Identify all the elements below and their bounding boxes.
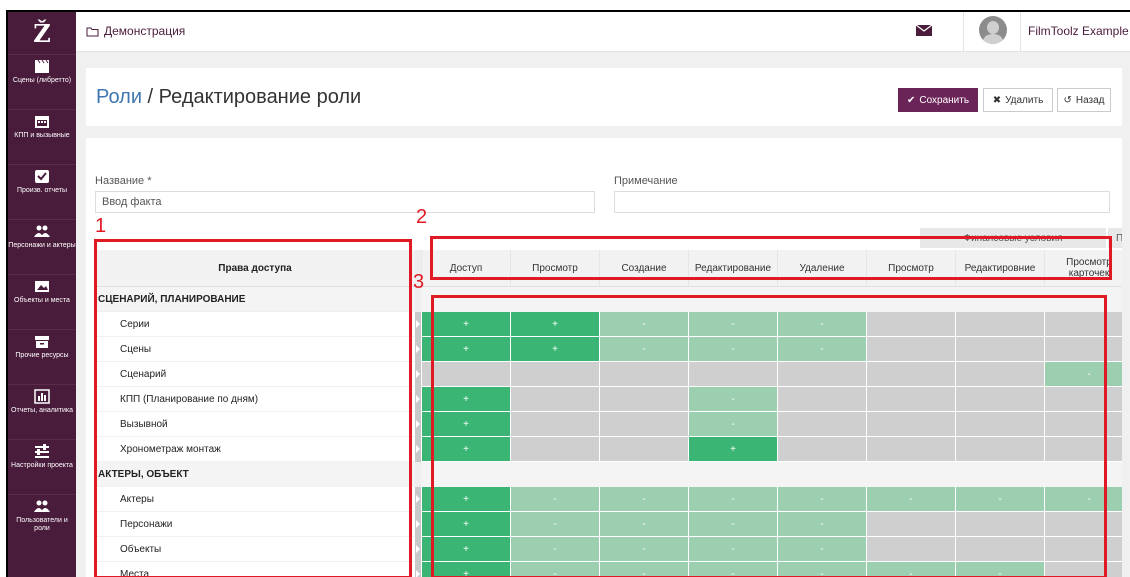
back-button-label: Назад <box>1075 94 1105 106</box>
delete-button[interactable]: ✖ Удалить <box>983 88 1053 112</box>
sidebar-item[interactable]: Пользователи и роли <box>8 494 76 549</box>
note-field[interactable] <box>614 191 1110 213</box>
title-separator: / <box>142 86 159 108</box>
annotation-box <box>430 236 1112 280</box>
expand-arrow-icon[interactable] <box>415 312 421 337</box>
expand-arrow-icon[interactable] <box>415 362 421 387</box>
breadcrumb-label: Демонстрация <box>104 24 186 38</box>
sidebar-item[interactable]: Отчеты, аналитика <box>8 384 76 439</box>
folder-icon <box>86 27 99 36</box>
row-spacer <box>415 462 421 487</box>
sidebar-item[interactable]: Объекты и места <box>8 274 76 329</box>
delete-button-label: Удалить <box>1005 94 1044 106</box>
note-label: Примечание <box>614 175 678 187</box>
sidebar-item[interactable]: Произв. отчеты <box>8 164 76 219</box>
app-window: Ž Сцены (либретто) КПП и вызывные Произв. … <box>6 10 1130 577</box>
sidebar-item-label: Отчеты, аналитика <box>11 407 73 414</box>
name-field[interactable]: Ввод факта <box>95 191 595 213</box>
sidebar-item[interactable]: Сцены (либретто) <box>8 54 76 109</box>
calendar-icon <box>34 114 50 129</box>
close-icon: ✖ <box>992 94 1002 106</box>
users-icon <box>34 499 50 514</box>
sidebar-item-label: КПП и вызывные <box>14 132 70 139</box>
save-button[interactable]: ✔ Сохранить <box>898 88 978 112</box>
sidebar: Ž Сцены (либретто) КПП и вызывные Произв. … <box>8 12 76 577</box>
back-button[interactable]: ↺ Назад <box>1057 88 1111 112</box>
sidebar-item-label: Произв. отчеты <box>16 187 68 194</box>
sidebar-item-label: Сцены (либретто) <box>12 77 72 84</box>
expand-arrow-icon[interactable] <box>415 412 421 437</box>
sidebar-item-label: Настройки проекта <box>11 462 73 469</box>
expand-arrow-icon[interactable] <box>415 387 421 412</box>
bar-chart-icon <box>34 389 50 404</box>
clapperboard-icon <box>34 59 50 74</box>
users-icon <box>34 224 50 239</box>
mail-icon[interactable] <box>916 24 932 37</box>
app-logo[interactable]: Ž <box>8 12 76 54</box>
sidebar-item[interactable]: Персонажи и актеры <box>8 219 76 274</box>
expand-arrow-icon[interactable] <box>415 512 421 537</box>
image-icon <box>34 279 50 294</box>
title-text: Редактирование роли <box>158 86 362 108</box>
page-title: Роли / Редактирование роли <box>96 86 361 109</box>
annotation-number: 2 <box>416 206 428 228</box>
save-button-label: Сохранить <box>919 94 970 106</box>
breadcrumb[interactable]: Демонстрация <box>86 24 185 38</box>
annotation-box <box>431 295 1107 577</box>
expand-arrow-icon[interactable] <box>415 537 421 562</box>
page-header: Роли / Редактирование роли ✔ Сохранить ✖… <box>86 68 1122 126</box>
annotation-number: 1 <box>95 215 107 237</box>
avatar[interactable] <box>979 16 1007 44</box>
checkbox-icon <box>34 169 50 184</box>
sidebar-item-label: Прочие ресурсы <box>15 352 69 359</box>
sidebar-item[interactable]: КПП и вызывные <box>8 109 76 164</box>
top-bar: Демонстрация FilmToolz Example <box>76 12 1130 52</box>
divider <box>963 12 964 52</box>
sliders-icon <box>34 444 50 459</box>
annotation-number: 3 <box>413 271 425 293</box>
expand-arrow-icon[interactable] <box>415 562 421 577</box>
expand-arrow-icon[interactable] <box>415 337 421 362</box>
expand-arrow-icon[interactable] <box>415 437 421 462</box>
sidebar-item-label: Объекты и места <box>14 297 70 304</box>
user-name[interactable]: FilmToolz Example <box>1028 24 1129 38</box>
check-icon: ✔ <box>906 94 916 106</box>
divider <box>1020 12 1021 52</box>
roles-link[interactable]: Роли <box>96 86 142 108</box>
sidebar-item[interactable]: Прочие ресурсы <box>8 329 76 384</box>
expand-arrow-icon[interactable] <box>415 487 421 512</box>
name-label: Название * <box>95 175 152 187</box>
sidebar-item-label: Пользователи и роли <box>16 517 68 532</box>
sidebar-item[interactable]: Настройки проекта <box>8 439 76 494</box>
annotation-box <box>94 239 412 577</box>
sidebar-item-label: Персонажи и актеры <box>8 242 76 249</box>
undo-icon: ↺ <box>1063 94 1072 106</box>
box-icon <box>34 334 50 349</box>
